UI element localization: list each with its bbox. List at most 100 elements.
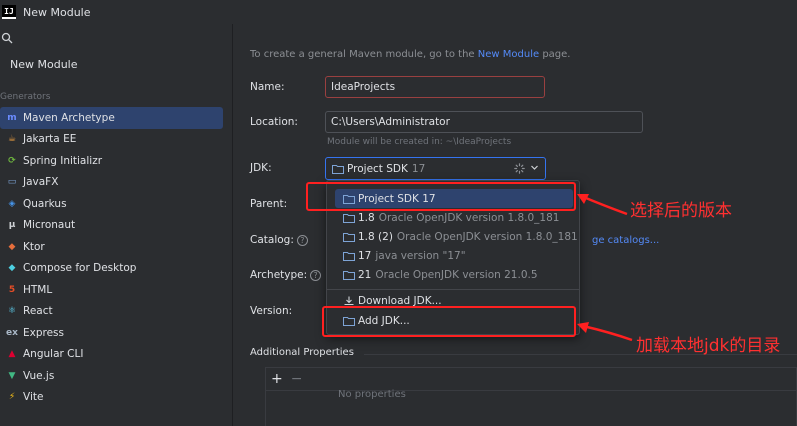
no-properties-text: No properties: [338, 389, 406, 400]
sidebar-item-javafx[interactable]: ▭ JavaFX: [0, 172, 223, 194]
vue-icon: ▼: [8, 370, 16, 381]
jdk-option[interactable]: 21 Oracle OpenJDK version 21.0.5: [335, 265, 573, 284]
version-label: Version:: [250, 305, 293, 317]
remove-property-button[interactable]: −: [291, 372, 303, 386]
sidebar-item-label: React: [23, 305, 53, 318]
javafx-icon: ▭: [7, 177, 17, 188]
sidebar-item-label: Quarkus: [23, 197, 67, 210]
jdk-option-name: 17: [358, 249, 372, 262]
jdk-version: 17: [411, 162, 426, 175]
vite-icon: ⚡: [8, 392, 16, 403]
sdk-folder-icon: [343, 270, 355, 280]
sidebar-item-vue-js[interactable]: ▼ Vue.js: [0, 365, 223, 387]
sidebar-item-label: Micronaut: [23, 219, 76, 232]
new-module-link[interactable]: New Module: [478, 49, 539, 60]
name-input[interactable]: IdeaProjects: [325, 76, 545, 98]
catalog-label-text: Catalog:: [250, 234, 294, 246]
loading-spinner-icon: [514, 163, 525, 174]
sidebar-item-html[interactable]: 5 HTML: [0, 279, 223, 301]
html-icon: 5: [8, 284, 16, 295]
sidebar-item-angular-cli[interactable]: ▲ Angular CLI: [0, 344, 223, 366]
sidebar-item-spring-initializr[interactable]: ⟳ Spring Initializr: [0, 150, 223, 172]
jdk-option-name: 1.8 (2): [358, 230, 393, 243]
sidebar-item-express[interactable]: ex Express: [0, 322, 223, 344]
sidebar-item-label: Jakarta EE: [23, 133, 77, 146]
search-icon[interactable]: [1, 32, 13, 44]
additional-properties-heading[interactable]: Additional Properties: [250, 347, 354, 358]
parent-label: Parent:: [250, 198, 288, 210]
jdk-value: Project SDK: [347, 162, 408, 175]
jdk-option-detail: Oracle OpenJDK version 1.8.0_181: [378, 211, 560, 224]
sdk-folder-icon: [343, 232, 355, 242]
jakarta-icon: ☕: [7, 134, 17, 145]
add-property-button[interactable]: +: [271, 372, 283, 386]
sidebar-item-jakarta-ee[interactable]: ☕ Jakarta EE: [0, 129, 223, 151]
sidebar-item-compose-for-desktop[interactable]: ◆ Compose for Desktop: [0, 258, 223, 280]
sidebar-item-ktor[interactable]: ◆ Ktor: [0, 236, 223, 258]
name-label: Name:: [250, 81, 285, 93]
sdk-folder-icon: [343, 251, 355, 261]
generators-sidebar: New Module Generators m Maven Archetype ☕ J…: [0, 24, 233, 426]
sidebar-item-label: Angular CLI: [23, 348, 84, 361]
chevron-down-icon[interactable]: [530, 163, 539, 172]
download-icon: [344, 296, 354, 305]
sidebar-item-label: Spring Initializr: [23, 154, 103, 167]
annotation-arrow-icon: [577, 194, 628, 216]
spring-icon: ⟳: [8, 155, 16, 166]
jdk-option[interactable]: 17 java version "17": [335, 246, 573, 265]
jdk-option[interactable]: 1.8 (2) Oracle OpenJDK version 1.8.0_181: [335, 227, 578, 246]
sidebar-new-module[interactable]: New Module: [10, 58, 78, 71]
sidebar-item-label: Vite: [23, 391, 44, 404]
window-title: New Module: [23, 5, 91, 19]
maven-icon: m: [7, 112, 17, 123]
generator-list: m Maven Archetype ☕ Jakarta EE ⟳ Spring Initi…: [0, 107, 232, 408]
catalog-help-icon[interactable]: ?: [296, 234, 308, 246]
download-jdk-label: Download JDK...: [358, 294, 442, 307]
maven-hint: To create a general Maven module, go to …: [250, 49, 570, 60]
sidebar-item-quarkus[interactable]: ◈ Quarkus: [0, 193, 223, 215]
jdk-option-detail: java version "17": [375, 249, 466, 262]
archetype-help-icon[interactable]: ?: [310, 269, 322, 281]
title-bar: IJ New Module: [0, 0, 797, 24]
archetype-label: Archetype:?: [250, 269, 322, 281]
properties-toolbar: + −: [265, 367, 797, 391]
sidebar-item-label: HTML: [23, 283, 53, 296]
dropdown-separator: [327, 289, 579, 290]
jdk-label: JDK:: [250, 162, 272, 174]
location-input[interactable]: C:\Users\Administrator: [325, 111, 643, 133]
hint-text: To create a general Maven module, go to …: [250, 49, 475, 60]
jdk-option-name: 1.8: [358, 211, 375, 224]
location-hint: Module will be created in: ~\IdeaProject…: [327, 137, 512, 147]
jdk-option-detail: Oracle OpenJDK version 1.8.0_181: [396, 230, 578, 243]
manage-catalogs-link[interactable]: ge catalogs...: [592, 235, 659, 246]
sidebar-item-label: Ktor: [23, 240, 45, 253]
react-icon: ⚛: [7, 306, 17, 317]
intellij-logo-icon: IJ: [2, 5, 16, 19]
quarkus-icon: ◈: [8, 198, 16, 209]
jdk-combobox[interactable]: Project SDK 17: [325, 157, 546, 180]
sdk-folder-icon: [332, 164, 344, 174]
compose-icon: ◆: [8, 263, 16, 274]
generators-heading: Generators: [0, 92, 51, 102]
sidebar-item-micronaut[interactable]: μ Micronaut: [0, 215, 223, 237]
annotation-arrow-icon: [577, 322, 633, 342]
sidebar-item-maven-archetype[interactable]: m Maven Archetype: [0, 107, 223, 129]
angular-icon: ▲: [8, 349, 16, 360]
annotation-box-add-jdk: [322, 306, 576, 337]
sidebar-item-vite[interactable]: ⚡ Vite: [0, 387, 223, 409]
sdk-folder-icon: [343, 213, 355, 223]
sidebar-item-label: Express: [23, 326, 65, 339]
jdk-option-detail: Oracle OpenJDK version 21.0.5: [375, 268, 538, 281]
express-icon: ex: [6, 327, 18, 338]
ktor-icon: ◆: [8, 241, 16, 252]
micronaut-icon: μ: [8, 220, 16, 231]
catalog-label: Catalog:?: [250, 234, 308, 246]
sidebar-item-label: Vue.js: [23, 369, 55, 382]
sidebar-item-react[interactable]: ⚛ React: [0, 301, 223, 323]
sidebar-item-label: Maven Archetype: [23, 111, 115, 124]
hint-suffix: page.: [542, 49, 571, 60]
sidebar-item-label: Compose for Desktop: [23, 262, 137, 275]
jdk-option-name: 21: [358, 268, 372, 281]
sidebar-item-label: JavaFX: [23, 176, 59, 189]
annotation-add-local-jdk: 加载本地jdk的目录: [636, 336, 781, 356]
